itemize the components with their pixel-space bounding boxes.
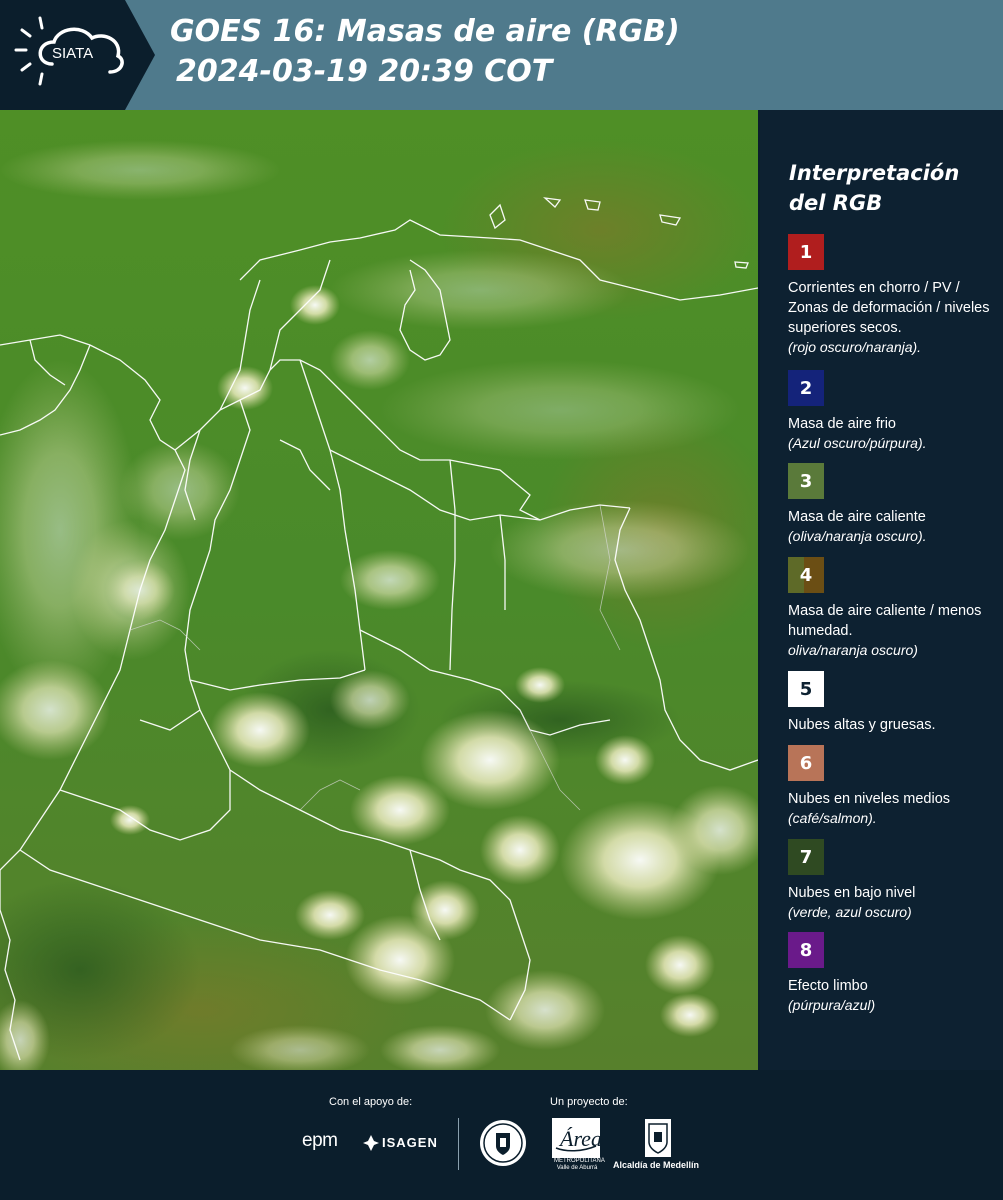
legend-description: Masa de aire frio — [788, 416, 896, 432]
legend-number: 4 — [799, 564, 813, 586]
legend-number: 8 — [799, 939, 813, 961]
isagen-logo: ISAGEN — [382, 1135, 438, 1150]
legend-item-3: 3 Masa de aire caliente (oliva/naranja o… — [788, 463, 998, 545]
legend-number: 1 — [799, 241, 813, 263]
legend-panel: Interpretación del RGB 1 Corrientes en c… — [760, 110, 1003, 1070]
project-label: Un proyecto de: — [550, 1096, 628, 1108]
legend-swatch-3: 3 — [788, 463, 824, 499]
legend-number: 3 — [799, 470, 813, 492]
legend-number: 6 — [799, 752, 813, 774]
area-metropolitana-logo: Área — [552, 1118, 600, 1158]
legend-note: (oliva/naranja oscuro). — [788, 528, 927, 544]
footer-divider — [458, 1118, 459, 1170]
legend-item-1: 1 Corrientes en chorro / PV / Zonas de d… — [788, 234, 998, 356]
legend-number: 2 — [799, 377, 813, 399]
siata-logo-text: SIATA — [52, 45, 94, 62]
legend-description: Masa de aire caliente — [788, 509, 926, 525]
legend-note: (Azul oscuro/púrpura). — [788, 435, 927, 451]
legend-description: Nubes en niveles medios — [788, 791, 951, 807]
legend-item-8: 8 Efecto limbo (púrpura/azul) — [788, 932, 998, 1014]
legend-swatch-8: 8 — [788, 932, 824, 968]
footer: Con el apoyo de: Un proyecto de: epm ISA… — [0, 1070, 1003, 1200]
legend-item-7: 7 Nubes en bajo nivel (verde, azul oscur… — [788, 839, 998, 921]
area-metropolitana-text: METROPOLITANA Valle de Aburrá — [554, 1158, 605, 1171]
satellite-map[interactable] — [0, 110, 758, 1070]
legend-swatch-1: 1 — [788, 234, 824, 270]
legend-title: Interpretación del RGB — [789, 161, 960, 215]
legend-item-2: 2 Masa de aire frio (Azul oscuro/púrpura… — [788, 370, 998, 452]
legend-description: Corrientes en chorro / PV / Zonas de def… — [788, 280, 990, 336]
legend-number: 5 — [799, 678, 813, 700]
support-label: Con el apoyo de: — [329, 1096, 413, 1108]
header-bar: SIATA GOES 16: Masas de aire (RGB) 2024-… — [0, 0, 1003, 110]
legend-description: Masa de aire caliente / menos humedad. — [788, 603, 982, 639]
legend-item-6: 6 Nubes en niveles medios (café/salmon). — [788, 745, 998, 827]
siata-logo: SIATA — [0, 0, 155, 110]
legend-description: Efecto limbo — [788, 978, 868, 994]
legend-item-4: 4 Masa de aire caliente / menos humedad.… — [788, 557, 998, 659]
legend-swatch-6: 6 — [788, 745, 824, 781]
legend-note: (café/salmon). — [788, 810, 877, 826]
legend-swatch-4: 4 — [788, 557, 824, 593]
legend-description: Nubes altas y gruesas. — [788, 717, 936, 733]
legend-note: (verde, azul oscuro) — [788, 904, 912, 920]
legend-number: 7 — [799, 846, 813, 868]
legend-note: (púrpura/azul) — [788, 997, 876, 1013]
medellin-seal-icon — [480, 1120, 526, 1166]
alcaldia-medellin-shield-icon — [645, 1119, 671, 1157]
legend-note: oliva/naranja oscuro) — [788, 642, 918, 658]
legend-swatch-5: 5 — [788, 671, 824, 707]
page-timestamp: 2024-03-19 20:39 COT — [176, 54, 553, 89]
epm-logo-text: epm — [302, 1130, 338, 1151]
legend-swatch-7: 7 — [788, 839, 824, 875]
epm-logo: epm — [302, 1130, 338, 1152]
isagen-icon — [363, 1135, 379, 1151]
alcaldia-medellin-text: Alcaldía de Medellín — [613, 1160, 700, 1170]
legend-item-5: 5 Nubes altas y gruesas. — [788, 671, 998, 735]
legend-swatch-2: 2 — [788, 370, 824, 406]
page-title: GOES 16: Masas de aire (RGB) — [170, 14, 680, 49]
legend-description: Nubes en bajo nivel — [788, 885, 916, 901]
legend-note: (rojo oscuro/naranja). — [788, 339, 922, 355]
